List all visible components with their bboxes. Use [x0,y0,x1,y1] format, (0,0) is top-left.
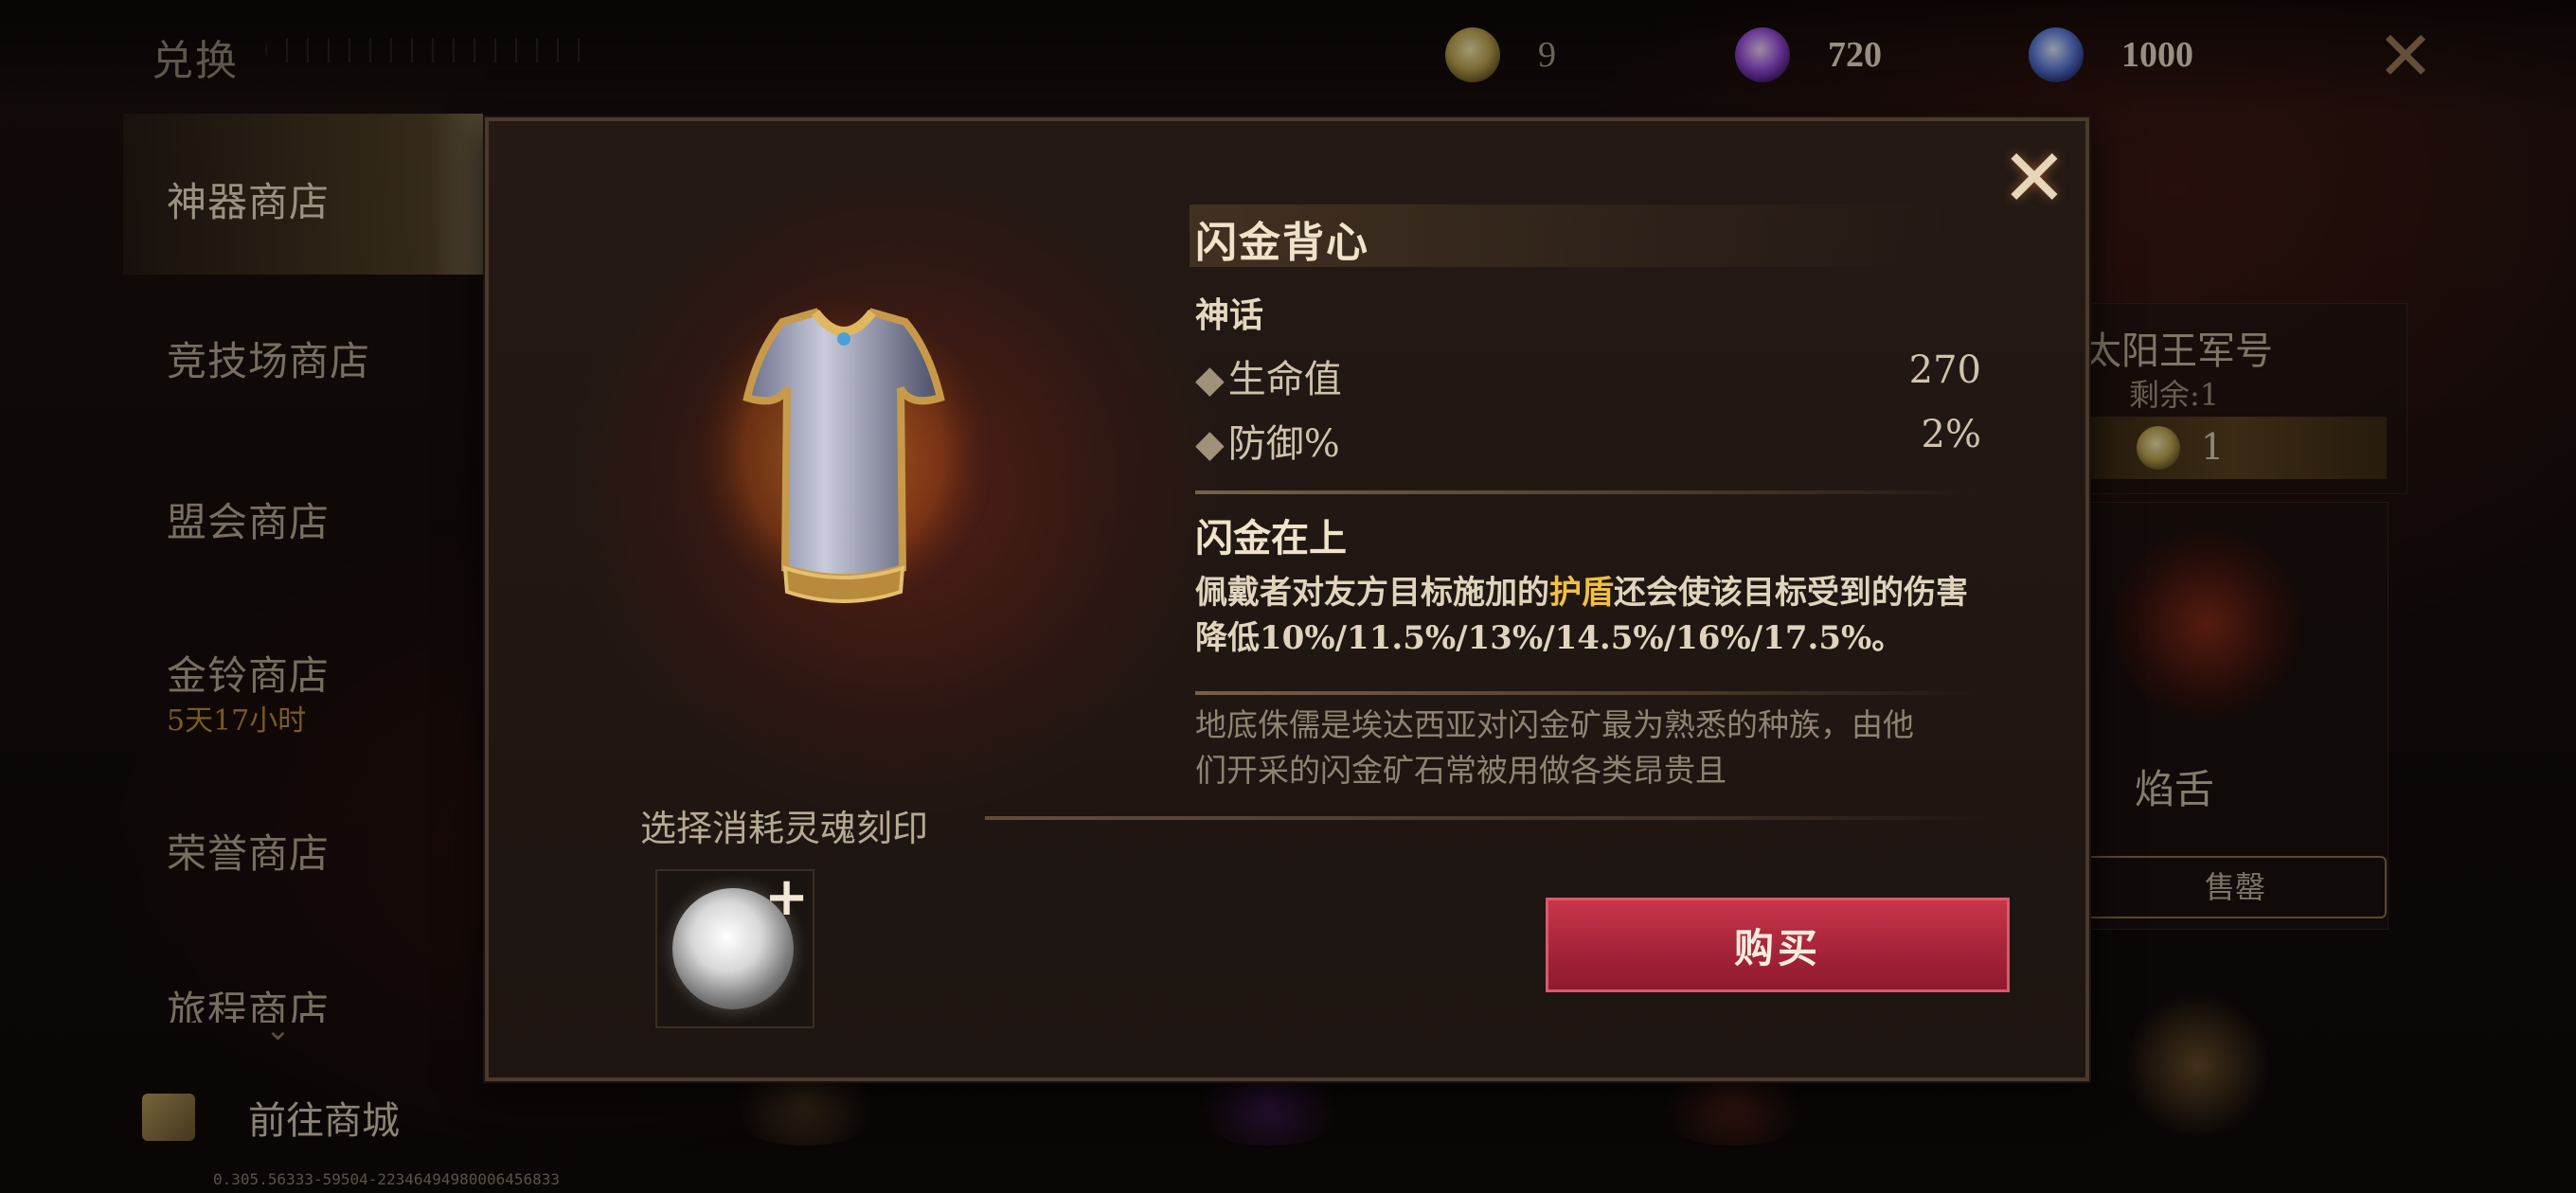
choose-soul-label: 选择消耗灵魂刻印 [640,808,929,849]
item-rarity: 神话 [1195,295,1264,335]
stat-row-defense: ◆ 防御% 2% [1195,413,1981,468]
skill-description: 佩戴者对友方目标施加的护盾还会使该目标受到的伤害降低10%/11.5%/13%/… [1195,570,1972,661]
divider [1195,490,1981,494]
skill-desc-highlight: 护盾 [1549,574,1614,612]
stat-label: 生命值 [1227,358,1342,401]
item-detail-modal: ✕ 闪金背心 神话 ◆ 生命值 270 ◆ 防御% 2% 闪金在上 佩戴者对友方… [485,117,2089,1081]
item-name: 闪金背心 [1195,219,1369,267]
skill-name: 闪金在上 [1195,516,1347,561]
soul-seal-slot[interactable]: + [655,865,814,1028]
close-icon[interactable]: ✕ [1996,138,2072,218]
divider [1195,691,1981,695]
bullet-icon: ◆ [1195,422,1225,466]
bullet-icon: ◆ [1195,358,1225,401]
buy-button[interactable]: 购买 [1546,898,2010,992]
plus-icon: + [764,865,809,928]
divider [985,816,1989,820]
stat-label: 防御% [1227,422,1340,466]
item-lore: 地底侏儒是埃达西亚对闪金矿最为熟悉的种族，由他们开采的闪金矿石常被用做各类昂贵且 [1195,706,1914,789]
stat-value: 2% [1921,413,1981,456]
stat-value: 270 [1908,348,1981,392]
skill-desc-pre: 佩戴者对友方目标施加的 [1195,574,1549,612]
vest-armor-icon [692,294,995,615]
stat-row-hp: ◆ 生命值 270 [1195,348,1981,403]
